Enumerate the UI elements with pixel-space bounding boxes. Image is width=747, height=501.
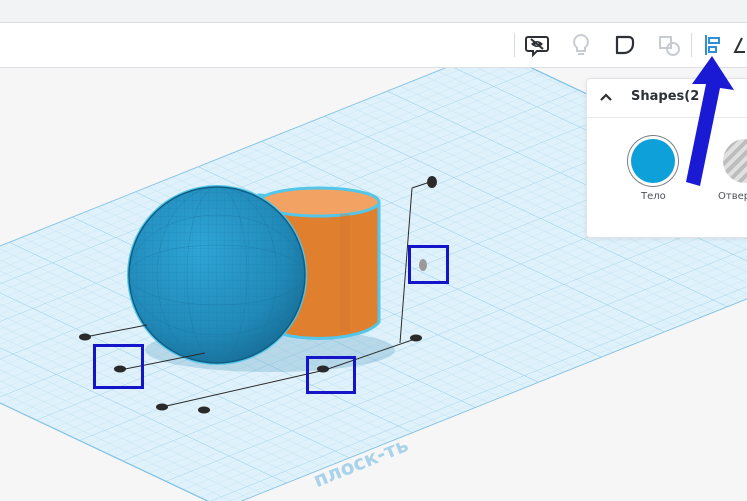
- chevron-up-icon[interactable]: [597, 89, 615, 107]
- window-top-strip: [0, 0, 747, 23]
- highlight-box: [408, 245, 449, 284]
- eye-hide-icon: [525, 36, 549, 58]
- lightbulb-icon: [573, 33, 589, 55]
- solid-label: Тело: [641, 191, 666, 202]
- toolbar: [0, 23, 747, 68]
- solid-color-swatch[interactable]: [631, 139, 675, 183]
- hide-toggle-button[interactable]: [521, 29, 553, 61]
- annotation-arrow: [686, 56, 734, 186]
- height-handle[interactable]: [427, 176, 437, 188]
- resize-handle[interactable]: [410, 334, 422, 342]
- hole-label: Отвер: [718, 191, 747, 202]
- highlight-box: [93, 344, 144, 389]
- highlight-box: [306, 356, 356, 394]
- group-button[interactable]: [609, 29, 641, 61]
- notes-button[interactable]: [565, 29, 597, 61]
- resize-handle[interactable]: [156, 403, 168, 411]
- toolbar-separator: [514, 33, 515, 57]
- resize-handle[interactable]: [79, 333, 91, 341]
- resize-handle[interactable]: [198, 406, 210, 414]
- group-icon: [615, 35, 635, 55]
